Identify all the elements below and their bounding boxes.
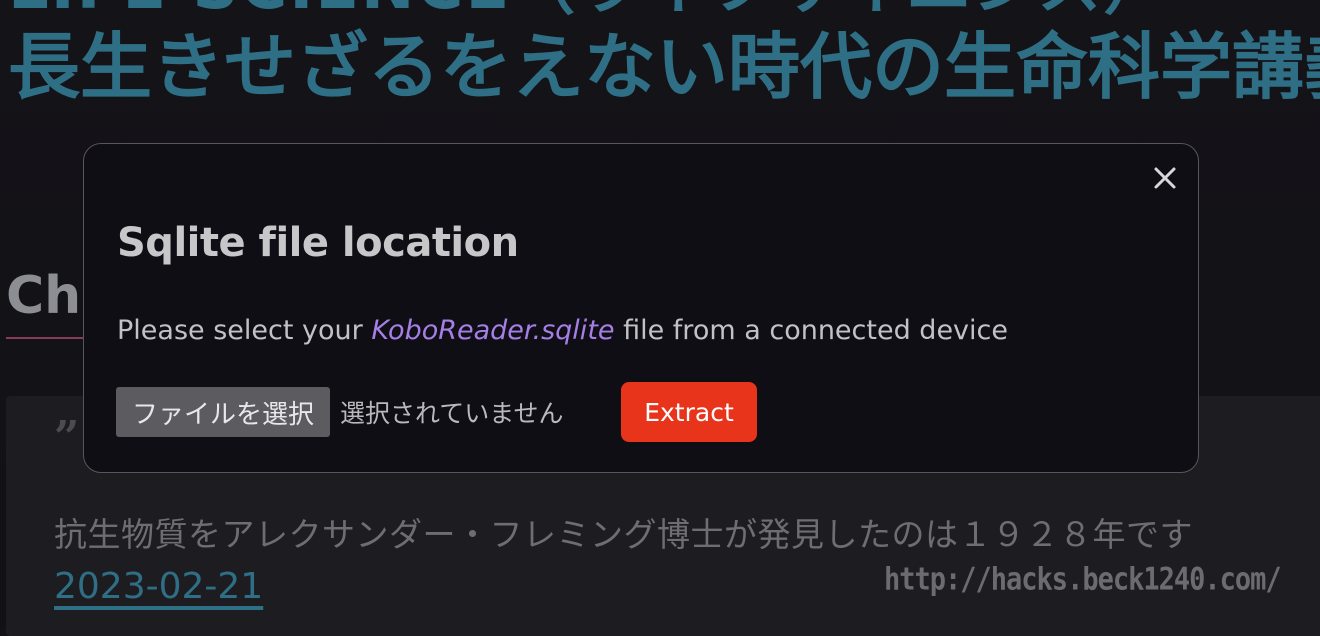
choose-file-button[interactable]: ファイルを選択: [116, 387, 331, 437]
extract-button[interactable]: Extract: [621, 382, 757, 442]
book-title: 長生きせざるをえない時代の生命科学講義: [8, 25, 1320, 109]
file-input[interactable]: ファイルを選択 選択されていません: [116, 387, 564, 437]
close-button[interactable]: [1151, 164, 1179, 192]
sqlite-location-modal: Sqlite file location Please select your …: [83, 143, 1199, 473]
modal-description: Please select your KoboReader.sqlite fil…: [117, 315, 1008, 346]
description-text-after: file from a connected device: [614, 315, 1008, 346]
description-filename: KoboReader.sqlite: [371, 315, 615, 346]
description-text-before: Please select your: [117, 315, 372, 346]
section-heading: Ch: [6, 266, 82, 326]
modal-title: Sqlite file location: [117, 220, 519, 266]
close-icon: [1154, 167, 1176, 189]
book-title-top-fragment: LIFE SCIENCE（ライフサイエンス）: [8, 0, 1169, 19]
quote-mark-icon: ”: [54, 412, 80, 463]
quote-date-link[interactable]: 2023-02-21: [54, 566, 263, 607]
watermark: http://hacks.beck1240.com/: [884, 562, 1282, 598]
file-status-text: 選択されていません: [340, 399, 564, 428]
quote-text: 抗生物質をアレクサンダー・フレミング博士が発見したのは１９２８年です: [54, 515, 1193, 554]
